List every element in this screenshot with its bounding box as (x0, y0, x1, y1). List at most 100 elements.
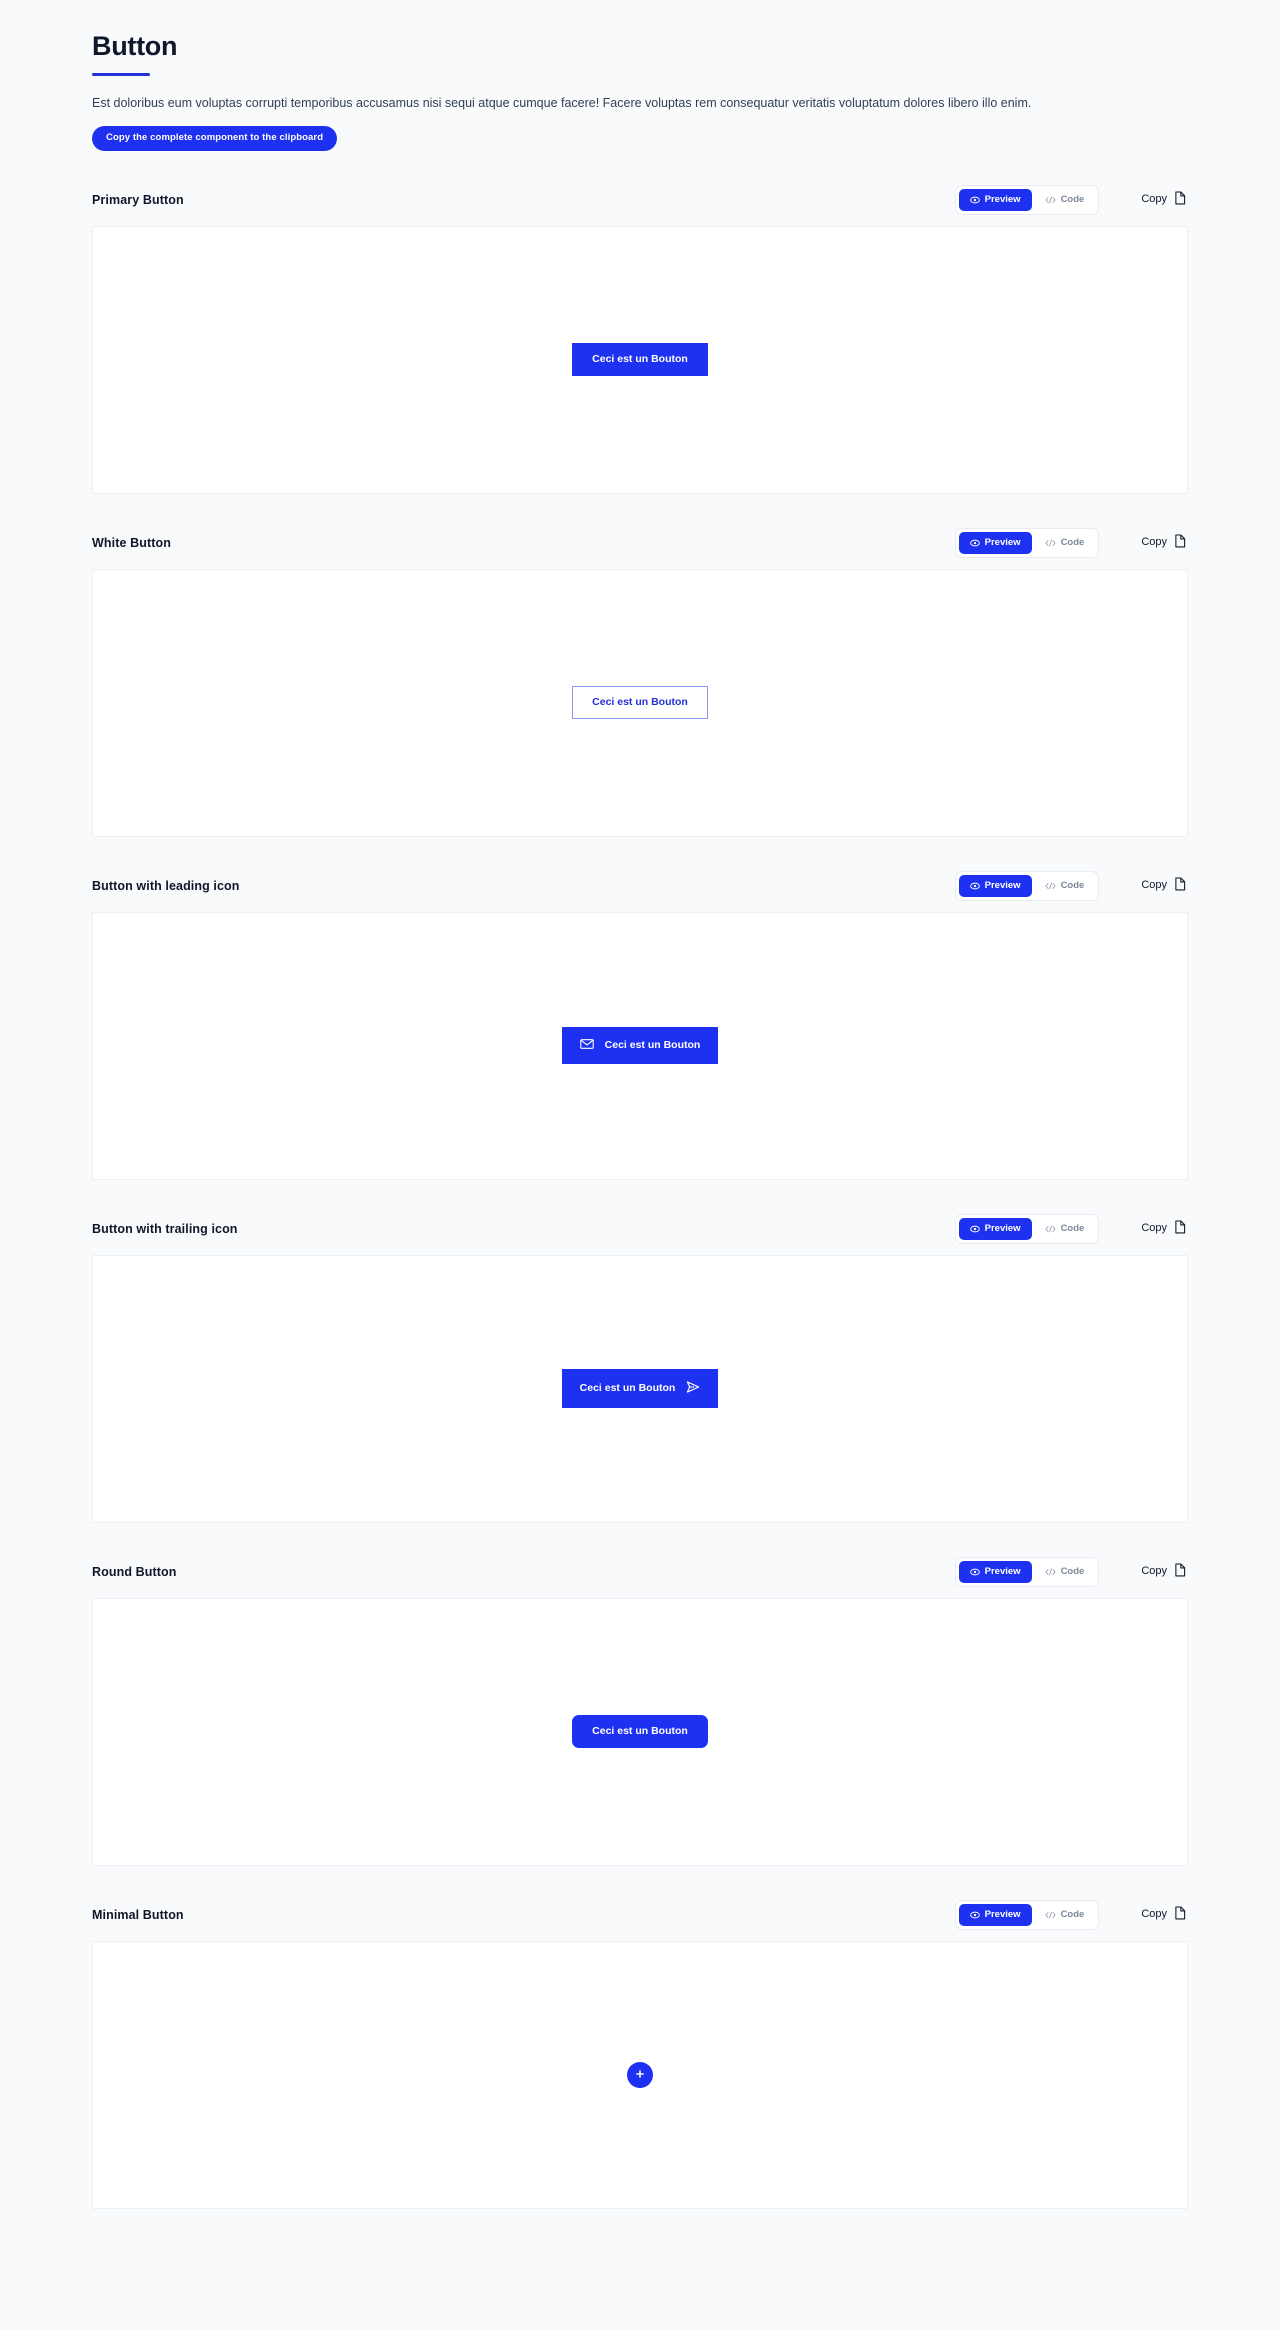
demo-button-label: Ceci est un Bouton (579, 1382, 676, 1395)
code-brackets-icon (1045, 1567, 1056, 1577)
tab-code-label: Code (1060, 193, 1085, 205)
preview-canvas (92, 1940, 1188, 2209)
tab-code-label: Code (1060, 879, 1085, 891)
eye-icon (969, 1567, 980, 1577)
section-title: Minimal Button (92, 1907, 184, 1922)
page-title: Button (92, 31, 178, 61)
section-minimal-button: Minimal Button Preview Code Copy (92, 1899, 1188, 2209)
section-controls: Preview Code Copy (954, 1556, 1188, 1587)
preview-code-toggle: Preview Code (954, 527, 1100, 558)
section-header: Primary Button Preview Code Copy (92, 184, 1188, 226)
copy-button[interactable]: Copy (1115, 185, 1188, 214)
code-brackets-icon (1045, 195, 1056, 205)
preview-code-toggle: Preview Code (954, 870, 1100, 901)
tab-preview[interactable]: Preview (958, 188, 1032, 211)
section-controls: Preview Code Copy (954, 870, 1188, 901)
eye-icon (969, 881, 980, 891)
preview-code-toggle: Preview Code (954, 1213, 1100, 1244)
demo-leading-icon-button[interactable]: Ceci est un Bouton (561, 1027, 719, 1064)
copy-button[interactable]: Copy (1115, 1214, 1188, 1243)
tab-code[interactable]: Code (1034, 1904, 1096, 1926)
preview-code-toggle: Preview Code (954, 184, 1100, 215)
eye-icon (969, 1224, 980, 1234)
section-header: White Button Preview Code Copy (92, 527, 1188, 569)
section-header: Button with leading icon Preview Code Co… (92, 870, 1188, 912)
tab-code-label: Code (1060, 1565, 1085, 1577)
eye-icon (969, 1910, 980, 1920)
section-button-trailing-icon: Button with trailing icon Preview Code C… (92, 1213, 1188, 1523)
tab-preview-label: Preview (984, 1565, 1021, 1577)
document-icon (1174, 1906, 1186, 1923)
send-icon (686, 1380, 700, 1397)
tab-preview-label: Preview (984, 1222, 1021, 1234)
tab-preview[interactable]: Preview (958, 874, 1032, 897)
section-primary-button: Primary Button Preview Code Copy Ceci es… (92, 184, 1188, 494)
plus-icon (635, 2067, 645, 2082)
tab-preview-label: Preview (984, 536, 1021, 548)
section-button-leading-icon: Button with leading icon Preview Code Co… (92, 870, 1188, 1180)
tab-code[interactable]: Code (1034, 189, 1096, 211)
demo-round-button[interactable]: Ceci est un Bouton (572, 1715, 708, 1748)
demo-trailing-icon-button[interactable]: Ceci est un Bouton (561, 1369, 719, 1408)
tab-code[interactable]: Code (1034, 532, 1096, 554)
document-icon (1174, 191, 1186, 208)
section-title: Button with trailing icon (92, 1221, 238, 1236)
section-title: Primary Button (92, 192, 184, 207)
code-brackets-icon (1045, 538, 1056, 548)
preview-canvas: Ceci est un Bouton (92, 1597, 1188, 1866)
tab-preview-label: Preview (984, 1908, 1021, 1920)
tab-code[interactable]: Code (1034, 875, 1096, 897)
section-controls: Preview Code Copy (954, 1899, 1188, 1930)
section-title: Button with leading icon (92, 878, 240, 893)
tab-preview-label: Preview (984, 879, 1021, 891)
document-icon (1174, 534, 1186, 551)
section-controls: Preview Code Copy (954, 184, 1188, 215)
mail-icon (579, 1038, 594, 1053)
tab-preview[interactable]: Preview (958, 1903, 1032, 1926)
tab-code-label: Code (1060, 536, 1085, 548)
tab-preview[interactable]: Preview (958, 531, 1032, 554)
section-round-button: Round Button Preview Code Copy Ceci est … (92, 1556, 1188, 1866)
code-brackets-icon (1045, 1910, 1056, 1920)
copy-button-label: Copy (1141, 1908, 1167, 1921)
copy-button-label: Copy (1141, 1565, 1167, 1578)
tab-code-label: Code (1060, 1908, 1085, 1920)
demo-minimal-button[interactable] (627, 2061, 653, 2088)
copy-button[interactable]: Copy (1115, 1557, 1188, 1586)
document-icon (1174, 1563, 1186, 1580)
document-icon (1174, 1220, 1186, 1237)
tab-preview-label: Preview (984, 193, 1021, 205)
copy-button-label: Copy (1141, 193, 1167, 206)
preview-canvas: Ceci est un Bouton (92, 911, 1188, 1180)
section-title: Round Button (92, 1564, 177, 1579)
tab-code[interactable]: Code (1034, 1218, 1096, 1240)
eye-icon (969, 538, 980, 548)
preview-code-toggle: Preview Code (954, 1899, 1100, 1930)
section-title: White Button (92, 535, 171, 550)
page-description: Est doloribus eum voluptas corrupti temp… (92, 96, 1032, 111)
demo-button-label: Ceci est un Bouton (604, 1039, 701, 1052)
copy-button[interactable]: Copy (1115, 871, 1188, 900)
tab-preview[interactable]: Preview (958, 1217, 1032, 1240)
preview-canvas: Ceci est un Bouton (92, 1254, 1188, 1523)
code-brackets-icon (1045, 1224, 1056, 1234)
tab-preview[interactable]: Preview (958, 1560, 1032, 1583)
preview-canvas: Ceci est un Bouton (92, 568, 1188, 837)
copy-button[interactable]: Copy (1115, 1900, 1188, 1929)
section-controls: Preview Code Copy (954, 1213, 1188, 1244)
section-controls: Preview Code Copy (954, 527, 1188, 558)
section-header: Button with trailing icon Preview Code C… (92, 1213, 1188, 1255)
copy-button-label: Copy (1141, 536, 1167, 549)
page-container: Button Est doloribus eum voluptas corrup… (0, 0, 1280, 2209)
preview-code-toggle: Preview Code (954, 1556, 1100, 1587)
section-header: Round Button Preview Code Copy (92, 1556, 1188, 1598)
copy-complete-component-button[interactable]: Copy the complete component to the clipb… (92, 126, 338, 151)
demo-primary-button[interactable]: Ceci est un Bouton (572, 343, 708, 376)
tab-code-label: Code (1060, 1222, 1085, 1234)
section-header: Minimal Button Preview Code Copy (92, 1899, 1188, 1941)
copy-button-label: Copy (1141, 1222, 1167, 1235)
demo-white-button[interactable]: Ceci est un Bouton (572, 686, 708, 719)
tab-code[interactable]: Code (1034, 1561, 1096, 1583)
document-icon (1174, 877, 1186, 894)
copy-button[interactable]: Copy (1115, 528, 1188, 557)
